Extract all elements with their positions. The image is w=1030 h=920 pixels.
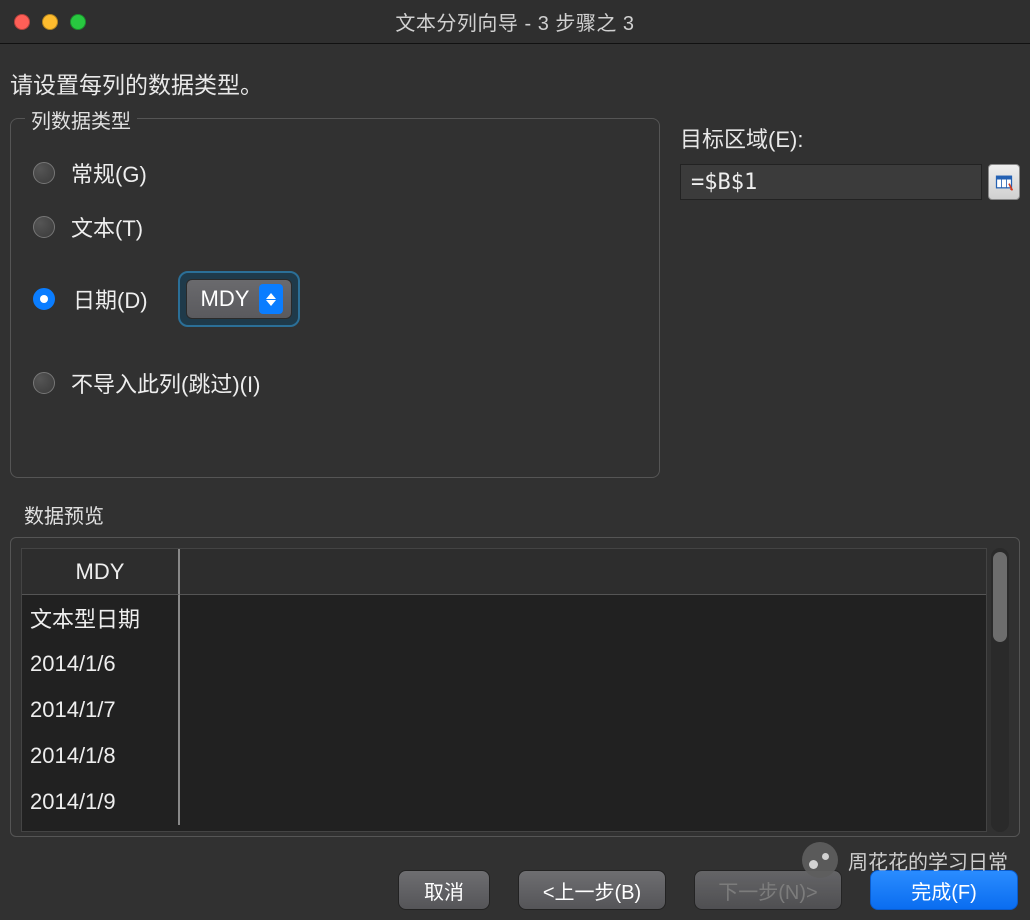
- radio-date[interactable]: 日期(D) MDY: [33, 271, 637, 327]
- table-icon: [994, 172, 1014, 192]
- scrollbar-thumb[interactable]: [993, 552, 1007, 642]
- preview-header-rest: [180, 549, 986, 595]
- radio-label: 日期(D): [73, 283, 148, 315]
- preview-cell: 文本型日期: [22, 595, 180, 641]
- radio-icon: [33, 372, 55, 394]
- column-type-caption: 列数据类型: [25, 105, 137, 134]
- button-label: 完成(F): [911, 876, 977, 905]
- radio-label: 不导入此列(跳过)(I): [71, 367, 260, 399]
- preview-header-cell: MDY: [22, 549, 180, 595]
- button-label: <上一步(B): [543, 876, 641, 905]
- preview-cell: 2014/1/7: [22, 687, 180, 733]
- preview-frame: MDY 文本型日期 2014/1/6 2014/1/7 2014/1/8: [10, 537, 1020, 837]
- window-title: 文本分列向导 - 3 步骤之 3: [395, 7, 634, 36]
- date-format-select-wrap: MDY: [178, 271, 301, 327]
- preview-cell: 2014/1/6: [22, 641, 180, 687]
- select-stepper-icon: [259, 284, 283, 314]
- radio-icon: [33, 162, 55, 184]
- wizard-instruction: 请设置每列的数据类型。: [10, 66, 1020, 100]
- button-label: 取消: [424, 876, 464, 905]
- destination-label: 目标区域(E):: [680, 122, 1020, 154]
- preview-row: 2014/1/9: [22, 779, 986, 825]
- radio-skip[interactable]: 不导入此列(跳过)(I): [33, 367, 637, 399]
- finish-button[interactable]: 完成(F): [870, 870, 1018, 910]
- radio-text[interactable]: 文本(T): [33, 211, 637, 243]
- preview-row: 2014/1/6: [22, 641, 986, 687]
- range-picker-button[interactable]: [988, 164, 1020, 200]
- radio-label: 文本(T): [71, 211, 143, 243]
- minimize-icon[interactable]: [42, 14, 58, 30]
- close-icon[interactable]: [14, 14, 30, 30]
- button-label: 下一步(N)>: [718, 876, 817, 905]
- cancel-button[interactable]: 取消: [398, 870, 490, 910]
- preview-caption: 数据预览: [10, 500, 1020, 529]
- radio-icon: [33, 288, 55, 310]
- radio-label: 常规(G): [71, 157, 147, 189]
- date-format-value: MDY: [201, 286, 250, 312]
- wizard-button-bar: 取消 <上一步(B) 下一步(N)> 完成(F): [0, 870, 1030, 910]
- titlebar: 文本分列向导 - 3 步骤之 3: [0, 0, 1030, 44]
- preview-header-row: MDY: [22, 549, 986, 595]
- maximize-icon[interactable]: [70, 14, 86, 30]
- destination-input[interactable]: [680, 164, 982, 200]
- back-button[interactable]: <上一步(B): [518, 870, 666, 910]
- preview-grid[interactable]: MDY 文本型日期 2014/1/6 2014/1/7 2014/1/8: [21, 548, 987, 832]
- radio-general[interactable]: 常规(G): [33, 157, 637, 189]
- preview-row: 2014/1/7: [22, 687, 986, 733]
- preview-row: 2014/1/8: [22, 733, 986, 779]
- window-controls: [14, 14, 86, 30]
- next-button: 下一步(N)>: [694, 870, 842, 910]
- preview-cell: 2014/1/8: [22, 733, 180, 779]
- preview-cell: 2014/1/9: [22, 779, 180, 825]
- preview-row: 文本型日期: [22, 595, 986, 641]
- preview-scrollbar[interactable]: [991, 548, 1009, 832]
- column-type-group: 列数据类型 常规(G) 文本(T) 日期(D) MDY: [10, 118, 660, 478]
- radio-icon: [33, 216, 55, 238]
- date-format-select[interactable]: MDY: [186, 279, 293, 319]
